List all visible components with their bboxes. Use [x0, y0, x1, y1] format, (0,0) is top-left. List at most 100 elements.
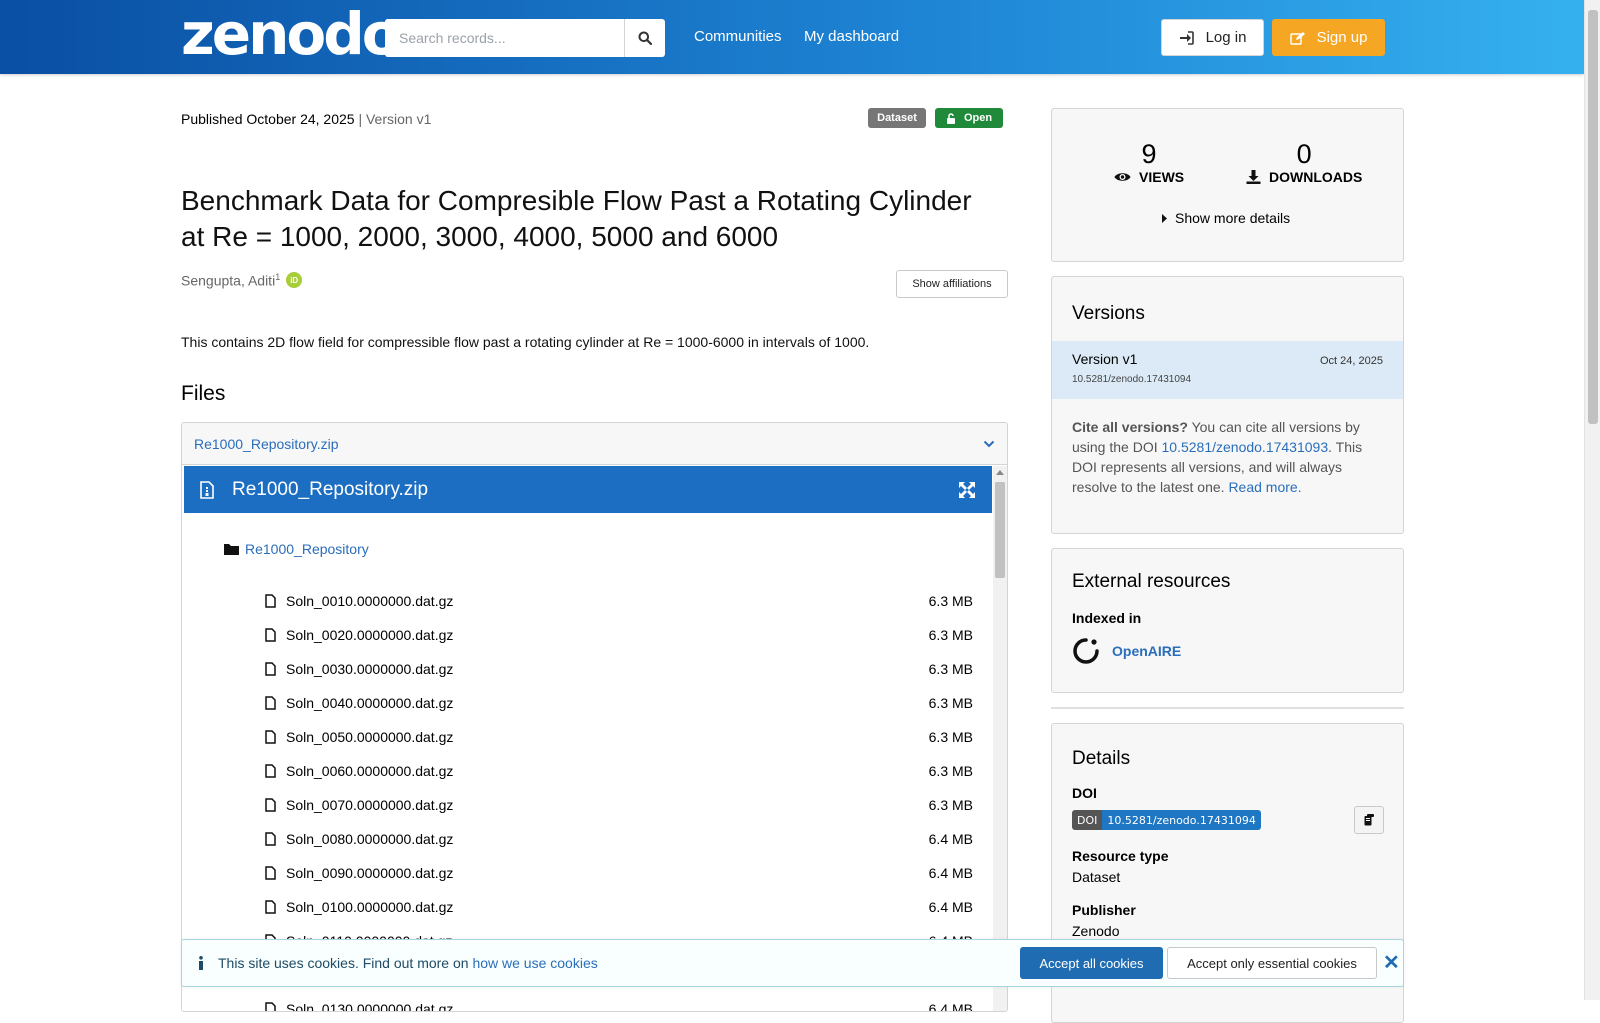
files-accordion-toggle[interactable]: Re1000_Repository.zip — [182, 423, 1007, 465]
file-name: Soln_0010.0000000.dat.gz — [286, 593, 454, 609]
archive-link[interactable]: Re1000_Repository.zip — [194, 436, 339, 452]
views-label: VIEWS — [1139, 169, 1185, 185]
sign-in-icon — [1179, 30, 1194, 45]
search-button[interactable] — [624, 19, 665, 57]
preview-scroll-thumb[interactable] — [995, 482, 1005, 578]
search-icon — [638, 31, 652, 45]
file-row[interactable]: Soln_0060.0000000.dat.gz 6.3 MB — [265, 754, 973, 788]
file-row[interactable]: Soln_0020.0000000.dat.gz 6.3 MB — [265, 618, 973, 652]
file-row[interactable]: Soln_0010.0000000.dat.gz 6.3 MB — [265, 584, 973, 618]
publisher-value: Zenodo — [1072, 923, 1120, 939]
cookie-policy-link[interactable]: how we use cookies — [472, 955, 597, 971]
caret-right-icon — [1162, 213, 1167, 223]
page-scrollbar[interactable] — [1584, 0, 1600, 1000]
file-icon — [265, 594, 276, 608]
nav-communities[interactable]: Communities — [694, 28, 782, 45]
stats-panel: 9 VIEWS 0 DOWNLOADS Show more details — [1051, 108, 1404, 262]
file-icon — [265, 764, 276, 778]
orcid-icon[interactable]: iD — [286, 272, 303, 289]
file-row[interactable]: Soln_0100.0000000.dat.gz 6.4 MB — [265, 890, 973, 924]
signup-label: Sign up — [1316, 29, 1368, 46]
page-scroll-thumb[interactable] — [1588, 10, 1598, 424]
file-row[interactable]: Soln_0040.0000000.dat.gz 6.3 MB — [265, 686, 973, 720]
signup-button[interactable]: Sign up — [1272, 19, 1385, 56]
preview-scrollbar[interactable] — [993, 466, 1007, 1011]
file-row[interactable]: Soln_0050.0000000.dat.gz 6.3 MB — [265, 720, 973, 754]
file-size: 6.3 MB — [928, 729, 973, 745]
eye-icon — [1114, 173, 1131, 181]
version-date: Oct 24, 2025 — [1320, 355, 1383, 367]
file-icon — [265, 798, 276, 812]
file-size: 6.3 MB — [928, 797, 973, 813]
creator-name[interactable]: Sengupta, Aditi1 — [181, 272, 280, 289]
versions-panel: Versions Version v1 Oct 24, 2025 10.5281… — [1051, 276, 1404, 534]
openaire-link[interactable]: OpenAIRE — [1072, 637, 1181, 665]
file-icon — [265, 730, 276, 744]
details-heading: Details — [1072, 748, 1131, 769]
file-row[interactable]: Soln_0080.0000000.dat.gz 6.4 MB — [265, 822, 973, 856]
downloads-stat: 0 DOWNLOADS — [1246, 139, 1362, 185]
read-more-link[interactable]: Read more. — [1228, 479, 1301, 495]
resource-type-badge: Dataset — [868, 108, 926, 128]
expand-icon[interactable] — [958, 481, 976, 499]
show-affiliations-button[interactable]: Show affiliations — [896, 270, 1008, 298]
record-title: Benchmark Data for Compresible Flow Past… — [181, 185, 972, 252]
info-icon — [199, 956, 203, 970]
close-icon[interactable]: ✕ — [1383, 950, 1400, 975]
chevron-down-icon — [983, 440, 995, 447]
file-row[interactable]: Soln_0030.0000000.dat.gz 6.3 MB — [265, 652, 973, 686]
downloads-count: 0 — [1296, 139, 1312, 169]
accept-essential-cookies-button[interactable]: Accept only essential cookies — [1167, 947, 1377, 979]
nav-my-dashboard[interactable]: My dashboard — [804, 28, 899, 45]
versions-heading: Versions — [1072, 303, 1145, 324]
accept-all-cookies-button[interactable]: Accept all cookies — [1020, 947, 1163, 979]
copy-icon — [1364, 814, 1374, 826]
folder-name[interactable]: Re1000_Repository — [245, 541, 369, 557]
file-name: Soln_0040.0000000.dat.gz — [286, 695, 454, 711]
file-size: 6.4 MB — [928, 1001, 973, 1012]
file-row[interactable]: Soln_0090.0000000.dat.gz 6.4 MB — [265, 856, 973, 890]
file-name: Soln_0080.0000000.dat.gz — [286, 831, 454, 847]
published-date: Published October 24, 2025 — [181, 111, 355, 127]
scroll-up-arrow-icon[interactable] — [996, 470, 1004, 475]
concept-doi-link[interactable]: 10.5281/zenodo.17431093 — [1162, 439, 1329, 455]
preview-file-name: Re1000_Repository.zip — [232, 478, 429, 500]
show-more-details-toggle[interactable]: Show more details — [1162, 210, 1290, 226]
copy-doi-button[interactable] — [1354, 806, 1384, 834]
resource-type-label: Resource type — [1072, 848, 1169, 864]
doi-badge-value: 10.5281/zenodo.17431094 — [1102, 810, 1261, 830]
indexed-in-label: Indexed in — [1072, 610, 1142, 626]
file-icon — [265, 628, 276, 642]
file-name: Soln_0030.0000000.dat.gz — [286, 661, 454, 677]
zenodo-logo[interactable]: zenodo — [181, 4, 402, 64]
file-size: 6.4 MB — [928, 899, 973, 915]
file-size: 6.3 MB — [928, 593, 973, 609]
search-input[interactable] — [385, 19, 624, 57]
folder-item[interactable]: Re1000_Repository — [224, 541, 369, 557]
downloads-label: DOWNLOADS — [1269, 169, 1363, 185]
openaire-logo-icon — [1073, 638, 1099, 664]
doi-badge[interactable]: DOI 10.5281/zenodo.17431094 — [1072, 810, 1261, 830]
show-more-details-label: Show more details — [1175, 210, 1291, 226]
folder-icon — [224, 544, 239, 555]
cite-all-versions-text: Cite all versions? You can cite all vers… — [1072, 419, 1363, 495]
file-size: 6.3 MB — [928, 763, 973, 779]
file-size: 6.3 MB — [928, 627, 973, 643]
version-doi: 10.5281/zenodo.17431094 — [1072, 374, 1192, 385]
file-name: Soln_0090.0000000.dat.gz — [286, 865, 454, 881]
file-row[interactable]: Soln_0130.0000000.dat.gz 6.4 MB — [265, 992, 973, 1012]
openaire-label[interactable]: OpenAIRE — [1112, 643, 1181, 659]
creator-list: Sengupta, Aditi1 iD — [181, 272, 303, 289]
top-navbar: zenodo Communities My dashboard Log in S… — [0, 0, 1584, 74]
external-resources-panel: External resources Indexed in OpenAIRE — [1051, 548, 1404, 693]
version-label: | Version v1 — [358, 111, 432, 127]
file-size: 6.3 MB — [928, 695, 973, 711]
login-button[interactable]: Log in — [1161, 19, 1264, 56]
file-row[interactable]: Soln_0070.0000000.dat.gz 6.3 MB — [265, 788, 973, 822]
search-form — [385, 19, 665, 57]
access-status-badge: Open — [935, 108, 1003, 128]
file-icon — [265, 866, 276, 880]
views-count: 9 — [1141, 139, 1157, 169]
doi-label: DOI — [1072, 785, 1097, 801]
version-item-current[interactable]: Version v1 Oct 24, 2025 10.5281/zenodo.1… — [1052, 341, 1403, 399]
